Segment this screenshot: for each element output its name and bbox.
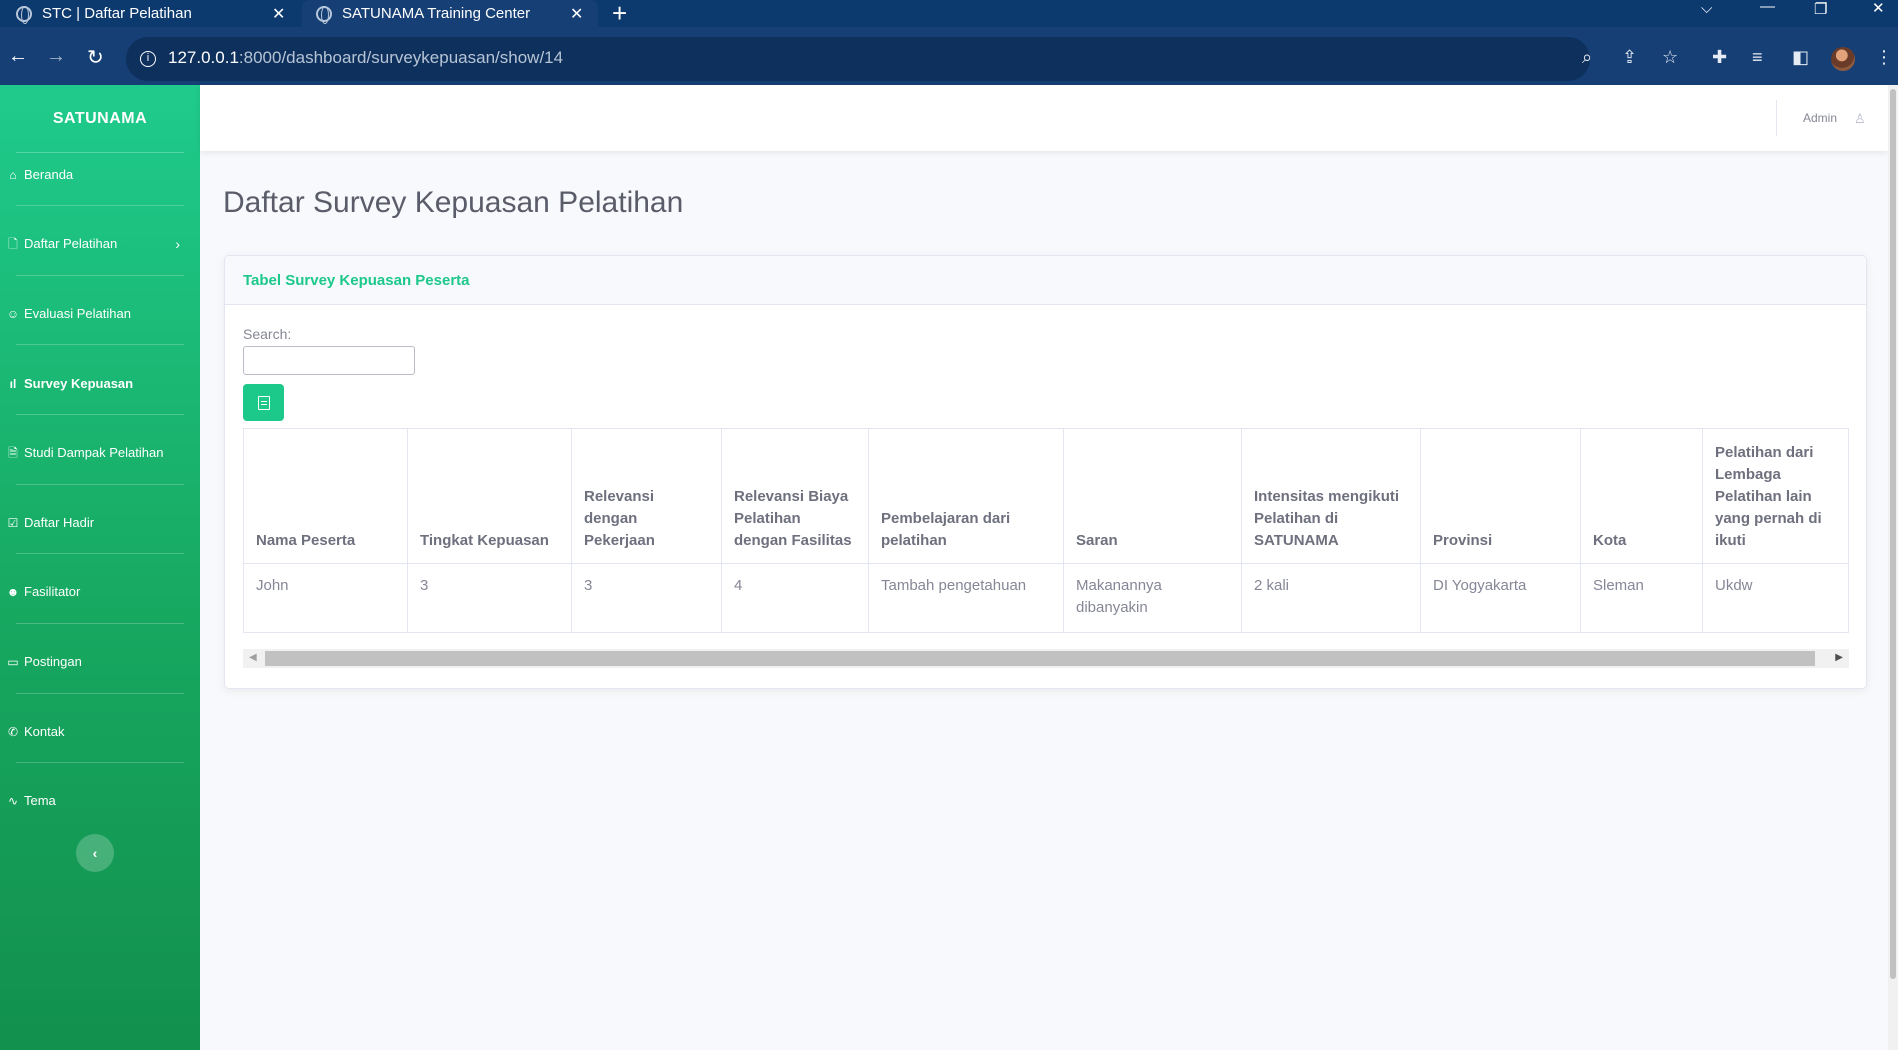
scrollbar-thumb[interactable]: [265, 651, 1815, 666]
bookmark-star-icon[interactable]: ☆: [1662, 47, 1678, 68]
minimize-icon[interactable]: —: [1760, 0, 1775, 15]
user-icon[interactable]: ♙: [1854, 111, 1866, 127]
zoom-icon[interactable]: ⌕: [1582, 47, 1592, 68]
sidebar-item-fasilitator[interactable]: ☻ Fasilitator: [6, 584, 184, 599]
survey-table: Nama Peserta Tingkat Kepuasan Relevansi …: [243, 428, 1849, 633]
file-icon: [257, 395, 270, 410]
table-cell: 3: [407, 563, 572, 633]
reload-icon[interactable]: ↻: [87, 45, 104, 70]
user-name[interactable]: Admin: [1803, 111, 1837, 125]
table-cell: Ukdw: [1702, 563, 1849, 633]
close-tab-icon[interactable]: ✕: [570, 4, 583, 24]
table-cell: DI Yogyakarta: [1420, 563, 1581, 633]
profile-avatar[interactable]: [1831, 47, 1855, 71]
chevron-down-icon[interactable]: ⌵: [1701, 0, 1712, 17]
page-scrollbar[interactable]: [1888, 85, 1898, 1050]
table-cell: 3: [571, 563, 722, 633]
sidebar-item-daftar-pelatihan[interactable]: 🗋 Daftar Pelatihan ›: [6, 235, 184, 252]
table-horizontal-scrollbar[interactable]: ◀ ▶: [243, 649, 1849, 668]
sidebar-item-evaluasi-pelatihan[interactable]: ☺ Evaluasi Pelatihan: [6, 306, 184, 321]
file-text-icon: 🗎: [8, 445, 18, 460]
sidebar-item-daftar-hadir[interactable]: ☑ Daftar Hadir: [6, 515, 184, 530]
menu-kebab-icon[interactable]: ⋮: [1875, 47, 1893, 68]
url-text[interactable]: 127.0.0.1:8000/dashboard/surveykepuasan/…: [168, 48, 563, 68]
phone-icon: ✆: [7, 724, 19, 739]
topbar-divider: [1776, 100, 1777, 136]
home-icon: ⌂: [9, 167, 17, 182]
table-row: John 3 3 4 Tambah pengetahuan Makanannya…: [243, 563, 1849, 633]
search-label: Search:: [243, 326, 292, 342]
close-window-icon[interactable]: ✕: [1872, 0, 1885, 17]
scroll-right-icon[interactable]: ▶: [1835, 652, 1843, 663]
column-header[interactable]: Tingkat Kepuasan: [407, 428, 572, 564]
page-title: Daftar Survey Kepuasan Pelatihan: [223, 186, 684, 219]
table-cell: 4: [721, 563, 869, 633]
column-header[interactable]: Kota: [1580, 428, 1703, 564]
info-icon[interactable]: i: [140, 51, 156, 67]
table-cell: John: [243, 563, 408, 633]
close-tab-icon[interactable]: ✕: [272, 4, 285, 24]
table-cell: Sleman: [1580, 563, 1703, 633]
sidebar-item-tema[interactable]: ∿ Tema: [6, 793, 184, 808]
sidebar-item-studi-dampak[interactable]: 🗎 Studi Dampak Pelatihan: [6, 445, 184, 460]
browser-tab[interactable]: STC | Daftar Pelatihan ✕: [16, 0, 296, 27]
sidebar-item-postingan[interactable]: ▭ Postingan: [6, 654, 184, 669]
forward-icon[interactable]: →: [46, 45, 66, 68]
topbar: [200, 85, 1888, 151]
table-cell: 2 kali: [1241, 563, 1421, 633]
restore-icon[interactable]: ❐: [1814, 0, 1827, 18]
scroll-left-icon[interactable]: ◀: [249, 652, 257, 663]
table-cell: Tambah pengetahuan: [868, 563, 1064, 633]
media-icon[interactable]: ≡: [1752, 47, 1763, 68]
column-header[interactable]: Nama Peserta: [243, 428, 408, 564]
column-header[interactable]: Pelatihan dari Lembaga Pelatihan lain ya…: [1702, 428, 1849, 564]
users-icon: ☻: [6, 584, 20, 599]
survey-card: Tabel Survey Kepuasan Peserta Search: Na…: [224, 255, 1867, 689]
column-header[interactable]: Relevansi dengan Pekerjaan: [571, 428, 722, 564]
tab-title: STC | Daftar Pelatihan: [42, 5, 192, 22]
column-header[interactable]: Intensitas mengikuti Pelatihan di SATUNA…: [1241, 428, 1421, 564]
column-header[interactable]: Provinsi: [1420, 428, 1581, 564]
back-icon[interactable]: ←: [8, 45, 28, 68]
table-header-row: Nama Peserta Tingkat Kepuasan Relevansi …: [243, 428, 1849, 564]
export-button[interactable]: [243, 384, 284, 421]
side-panel-icon[interactable]: ◧: [1792, 47, 1809, 68]
bar-chart-icon: ıl: [9, 376, 17, 391]
column-header[interactable]: Pembelajaran dari pelatihan: [868, 428, 1064, 564]
monitor-icon: ▭: [7, 654, 19, 669]
user-check-icon: ☺: [6, 306, 20, 321]
file-plus-icon: 🗋: [8, 236, 18, 251]
globe-icon: [16, 5, 32, 24]
share-icon[interactable]: ⇪: [1622, 47, 1637, 68]
sidebar-item-kontak[interactable]: ✆ Kontak: [6, 724, 184, 739]
sidebar-item-beranda[interactable]: ⌂ Beranda: [6, 167, 184, 182]
sidebar: SATUNAMA ⌂ Beranda 🗋 Daftar Pelatihan › …: [0, 85, 200, 1050]
search-input[interactable]: [243, 346, 415, 375]
globe-icon: [316, 5, 332, 24]
extensions-icon[interactable]: ✚: [1712, 47, 1727, 68]
brand-logo[interactable]: SATUNAMA: [16, 85, 184, 153]
chevron-right-icon: ›: [175, 235, 180, 252]
sidebar-toggle-button[interactable]: ‹: [76, 834, 114, 872]
table-cell: Makanannya dibanyakin: [1063, 563, 1242, 633]
tab-title: SATUNAMA Training Center: [342, 5, 531, 22]
column-header[interactable]: Saran: [1063, 428, 1242, 564]
sidebar-item-survey-kepuasan[interactable]: ıl Survey Kepuasan: [6, 376, 184, 391]
column-header[interactable]: Relevansi Biaya Pelatihan dengan Fasilit…: [721, 428, 869, 564]
activity-icon: ∿: [7, 793, 19, 808]
new-tab-icon[interactable]: +: [612, 0, 627, 29]
browser-tab-active[interactable]: SATUNAMA Training Center ✕: [302, 0, 598, 27]
card-title: Tabel Survey Kepuasan Peserta: [225, 256, 1866, 305]
browser-tab-strip: STC | Daftar Pelatihan ✕ SATUNAMA Traini…: [0, 0, 1898, 29]
check-square-icon: ☑: [7, 515, 19, 530]
